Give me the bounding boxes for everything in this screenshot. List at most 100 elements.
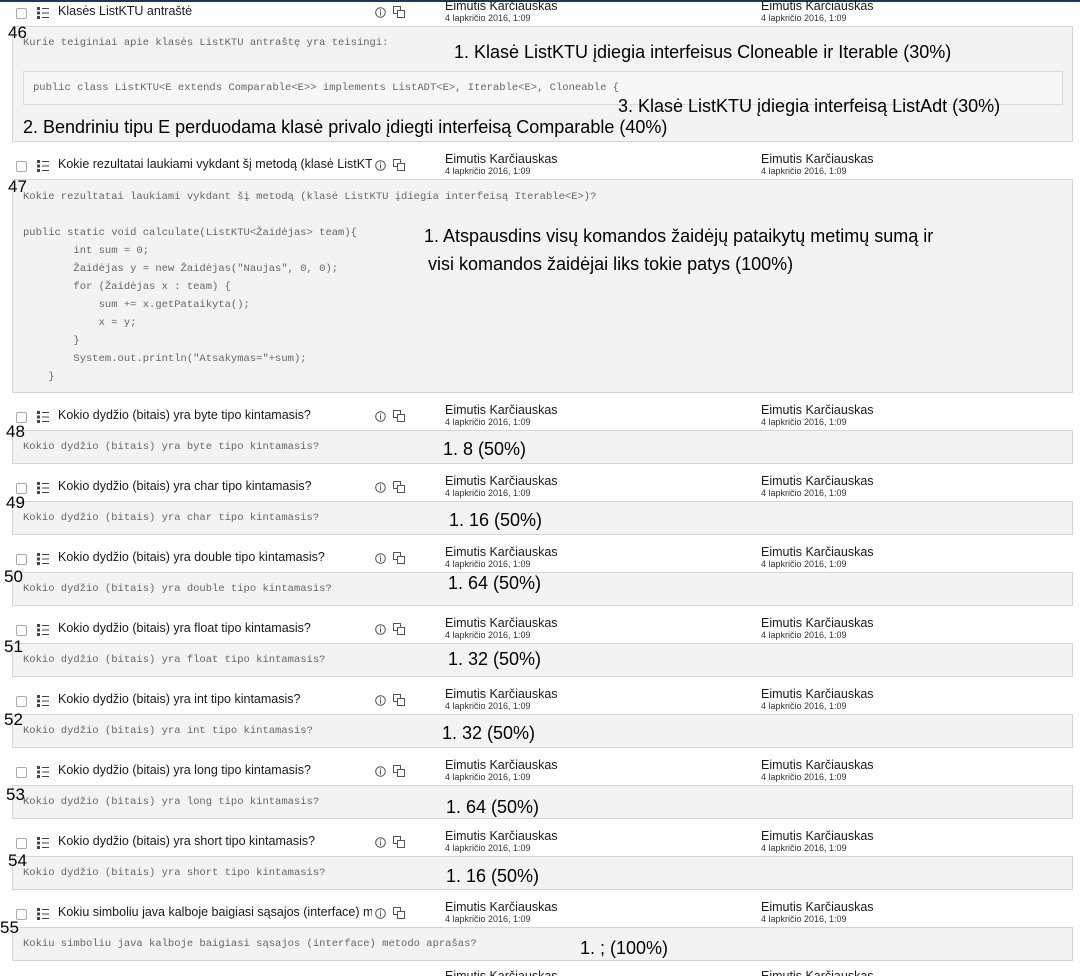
created-date: 4 lapkričio 2016, 1:09 [445, 843, 531, 853]
question-name-link[interactable]: Kokio dydžio (bitais) yra float tipo kin… [58, 621, 372, 635]
copy-icon[interactable] [393, 623, 405, 635]
select-checkbox[interactable] [16, 554, 27, 565]
created-by-name: Eimutis Karčiauskas [445, 403, 558, 417]
question-name-link[interactable]: Kokiu simboliu java kalboje baigiasi sąs… [58, 905, 372, 919]
question-name-link[interactable]: Kokio dydžio (bitais) yra int tipo kinta… [58, 692, 372, 706]
info-icon[interactable] [375, 695, 386, 706]
answer-annotation: 1. 32 (50%) [448, 649, 542, 669]
question-preview-52: Kokio dydžio (bitais) yra int tipo kinta… [12, 714, 1073, 748]
question-number: 54 [8, 851, 27, 870]
created-date: 4 lapkričio 2016, 1:09 [445, 630, 531, 640]
select-checkbox[interactable] [16, 696, 27, 707]
modified-by-name: Eimutis Karčiauskas [761, 687, 874, 701]
answer-annotation: 1. ; (100%) [580, 938, 669, 958]
question-name-link[interactable]: Kokio dydžio (bitais) yra double tipo ki… [58, 550, 372, 564]
answer-annotation: 1. Atspausdins visų komandos žaidėjų pat… [424, 226, 934, 246]
copy-icon[interactable] [393, 836, 405, 848]
created-date: 4 lapkričio 2016, 1:09 [445, 772, 531, 782]
question-name-link[interactable]: Kokio dydžio (bitais) yra char tipo kint… [58, 479, 372, 493]
question-text: Kokio dydžio (bitais) yra int tipo kinta… [23, 725, 313, 737]
select-checkbox[interactable] [16, 767, 27, 778]
created-by-name: Eimutis Karčiauskas [445, 545, 558, 559]
modified-by-name: Eimutis Karčiauskas [761, 970, 874, 976]
copy-icon[interactable] [393, 907, 405, 919]
info-icon[interactable] [375, 553, 386, 564]
created-by-name: Eimutis Karčiauskas [445, 829, 558, 843]
created-by-name: Eimutis Karčiauskas [445, 970, 558, 976]
copy-icon[interactable] [393, 481, 405, 493]
question-name-link[interactable]: Kokio dydžio (bitais) yra byte tipo kint… [58, 408, 372, 422]
select-checkbox[interactable] [16, 625, 27, 636]
question-preview-47: Kokie rezultatai laukiami vykdant šį met… [12, 179, 1073, 393]
list-icon[interactable] [37, 553, 49, 565]
question-text: Kokio dydžio (bitais) yra float tipo kin… [23, 654, 326, 666]
created-by-name: Eimutis Karčiauskas [445, 474, 558, 488]
question-name-link[interactable]: Kokie rezultatai laukiami vykdant šį met… [58, 157, 372, 171]
created-by-name: Eimutis Karčiauskas [445, 152, 558, 166]
list-icon[interactable] [37, 624, 49, 636]
modified-by-name: Eimutis Karčiauskas [761, 616, 874, 630]
answer-annotation: 1. 16 (50%) [449, 510, 543, 530]
copy-icon[interactable] [393, 694, 405, 706]
question-name-link[interactable]: Kokio dydžio (bitais) yra short tipo kin… [58, 834, 372, 848]
modified-date: 4 lapkričio 2016, 1:09 [761, 772, 847, 782]
modified-date: 4 lapkričio 2016, 1:09 [761, 914, 847, 924]
question-preview-48: Kokio dydžio (bitais) yra byte tipo kint… [12, 430, 1073, 464]
info-icon[interactable] [375, 160, 386, 171]
created-date: 4 lapkričio 2016, 1:09 [445, 417, 531, 427]
list-icon[interactable] [37, 411, 49, 423]
code-line: } [23, 371, 55, 383]
question-number: 49 [6, 493, 25, 512]
question-preview-54: Kokio dydžio (bitais) yra short tipo kin… [12, 856, 1073, 890]
code-line: } [23, 335, 80, 347]
select-checkbox[interactable] [16, 838, 27, 849]
answer-annotation: 1. 64 (50%) [446, 797, 540, 817]
question-preview-49: Kokio dydžio (bitais) yra char tipo kint… [12, 501, 1073, 535]
question-number: 47 [8, 177, 27, 196]
info-icon[interactable] [375, 482, 386, 493]
list-icon[interactable] [37, 766, 49, 778]
modified-date: 4 lapkričio 2016, 1:09 [761, 559, 847, 569]
copy-icon[interactable] [393, 6, 405, 18]
list-icon[interactable] [37, 7, 49, 19]
answer-annotation: 2. Bendriniu tipu E perduodama klasė pri… [23, 117, 668, 137]
info-icon[interactable] [375, 908, 386, 919]
modified-date: 4 lapkričio 2016, 1:09 [761, 630, 847, 640]
question-name-link[interactable]: Klasės ListKTU antraštė [58, 4, 372, 18]
info-icon[interactable] [375, 766, 386, 777]
list-icon[interactable] [37, 695, 49, 707]
copy-icon[interactable] [393, 159, 405, 171]
created-date: 4 lapkričio 2016, 1:09 [445, 488, 531, 498]
info-icon[interactable] [375, 411, 386, 422]
created-date: 4 lapkričio 2016, 1:09 [445, 13, 531, 23]
list-icon[interactable] [37, 837, 49, 849]
code-line: for (Žaidėjas x : team) { [23, 281, 231, 293]
modified-by-name: Eimutis Karčiauskas [761, 758, 874, 772]
code-line: System.out.println("Atsakymas="+sum); [23, 353, 307, 365]
copy-icon[interactable] [393, 765, 405, 777]
question-text: Kokio dydžio (bitais) yra long tipo kint… [23, 796, 320, 808]
modified-by-name: Eimutis Karčiauskas [761, 829, 874, 843]
question-number: 53 [6, 785, 25, 804]
question-text: Kokio dydžio (bitais) yra char tipo kint… [23, 512, 320, 524]
modified-by-name: Eimutis Karčiauskas [761, 545, 874, 559]
answer-annotation: 1. 8 (50%) [443, 439, 527, 459]
created-by-name: Eimutis Karčiauskas [445, 758, 558, 772]
modified-by-name: Eimutis Karčiauskas [761, 152, 874, 166]
list-icon[interactable] [37, 908, 49, 920]
created-date: 4 lapkričio 2016, 1:09 [445, 166, 531, 176]
code-line: Žaidėjas y = new Žaidėjas("Naujas", 0, 0… [23, 263, 339, 275]
created-by-name: Eimutis Karčiauskas [445, 616, 558, 630]
copy-icon[interactable] [393, 410, 405, 422]
info-icon[interactable] [375, 837, 386, 848]
info-icon[interactable] [375, 624, 386, 635]
list-icon[interactable] [37, 160, 49, 172]
modified-by-name: Eimutis Karčiauskas [761, 403, 874, 417]
question-name-link[interactable]: Kokio dydžio (bitais) yra long tipo kint… [58, 763, 372, 777]
copy-icon[interactable] [393, 552, 405, 564]
select-checkbox[interactable] [16, 8, 27, 19]
answer-annotation: 1. 32 (50%) [442, 723, 536, 743]
list-icon[interactable] [37, 482, 49, 494]
info-icon[interactable] [375, 7, 386, 18]
select-checkbox[interactable] [16, 161, 27, 172]
